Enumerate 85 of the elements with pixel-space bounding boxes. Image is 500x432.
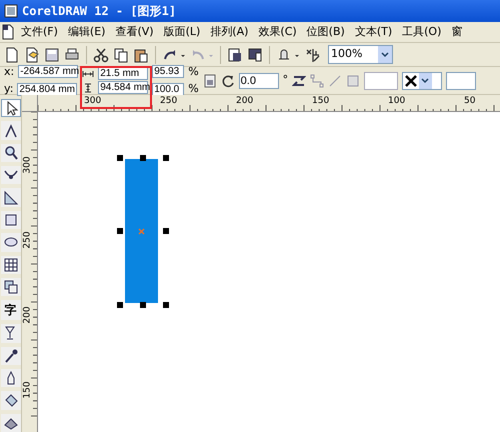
rectangle-icon [2, 212, 18, 228]
center-cross-icon [138, 228, 145, 235]
shape-tool-tool[interactable] [0, 121, 20, 140]
shape-tool-icon [2, 122, 18, 139]
app-icon [4, 4, 18, 18]
menu-item[interactable]: 工具(O) [397, 24, 446, 40]
save-icon[interactable] [44, 46, 60, 62]
selection-handle[interactable] [163, 228, 169, 234]
rotate-icon[interactable] [220, 72, 235, 88]
search-tool[interactable] [0, 144, 20, 162]
ruler-label: 300 [22, 156, 33, 174]
search-icon [2, 144, 18, 161]
degree-sign: ° [282, 72, 288, 88]
pointer-tool[interactable] [0, 99, 20, 118]
ruler-label: 250 [22, 231, 33, 249]
y-position-field[interactable]: 254.804 mm [17, 82, 78, 96]
x-mark-icon [403, 72, 420, 88]
print-icon[interactable] [64, 46, 80, 62]
outline-color-dropdown[interactable] [364, 72, 398, 90]
selection-handle[interactable] [140, 155, 146, 161]
percent-sign: % [188, 64, 199, 80]
selection-handle[interactable] [117, 302, 123, 308]
window-title: CorelDRAW 12 - [图形1] [22, 3, 176, 20]
rotation-field[interactable]: 0.0 [238, 72, 279, 88]
menu-item[interactable]: 文件(F) [16, 24, 63, 40]
x-label: x: [4, 64, 14, 80]
x-position-field[interactable]: -264.587 mm [18, 65, 78, 78]
menu-item[interactable]: 位图(B) [302, 24, 350, 40]
copy-icon[interactable] [113, 46, 129, 62]
paste-icon[interactable] [133, 46, 149, 62]
menu-item[interactable]: 版面(L) [158, 24, 206, 40]
eyedropper-tool[interactable] [0, 346, 20, 365]
eyedropper-icon [2, 348, 18, 364]
height-field[interactable]: 94.584 mm [98, 81, 148, 94]
import-icon[interactable] [227, 46, 243, 62]
line-style-dropdown[interactable] [402, 72, 442, 90]
ruler-label: 50 [464, 96, 476, 106]
wine-glass-tool[interactable] [0, 324, 20, 343]
scale-y-field[interactable]: 100.0 [152, 82, 184, 96]
y-label: y: [4, 81, 14, 97]
document-icon[interactable] [0, 24, 16, 40]
new-document-icon[interactable] [4, 46, 20, 62]
dropdown-caret-icon[interactable] [419, 72, 432, 88]
scissors-icon[interactable] [93, 46, 109, 62]
layer-icon [346, 74, 360, 88]
ruler-label: 200 [22, 306, 33, 324]
grid-icon [2, 256, 18, 273]
node-icon [310, 74, 324, 88]
percent-sign: % [188, 81, 199, 97]
bell-icon[interactable] [276, 46, 300, 62]
width-field[interactable]: 21.5 mm [98, 67, 148, 80]
grid-tool[interactable] [0, 256, 20, 274]
scale-x-field[interactable]: 95.93 [152, 65, 184, 78]
ruler-label: 150 [22, 381, 33, 399]
export-icon[interactable] [247, 46, 263, 62]
ruler-label: 150 [312, 96, 330, 106]
width-arrows-icon[interactable] [82, 68, 94, 78]
menu-item[interactable]: 窗 [446, 24, 468, 40]
zoom-dropdown[interactable]: 100% [328, 45, 393, 64]
pen-nib-tool[interactable] [0, 368, 20, 388]
ruler-label: 250 [160, 96, 178, 106]
fill-tool-tool[interactable] [0, 414, 20, 432]
selection-handle[interactable] [140, 302, 146, 308]
text-tool[interactable]: 字 [0, 300, 20, 320]
menu-item[interactable]: 效果(C) [253, 24, 302, 40]
selection-handle[interactable] [117, 228, 123, 234]
dropdown-caret-icon[interactable] [378, 46, 392, 63]
selection-handle[interactable] [163, 155, 169, 161]
selection-handle[interactable] [163, 302, 169, 308]
text-field[interactable] [446, 72, 476, 90]
open-folder-icon[interactable] [24, 46, 40, 62]
dimension-icon [2, 190, 18, 206]
menu-item[interactable]: 查看(V) [110, 24, 159, 40]
ruler-label: 200 [236, 96, 254, 106]
menu-item[interactable]: 编辑(E) [62, 24, 110, 40]
ellipse-tool[interactable] [0, 233, 20, 252]
curve-tool[interactable] [0, 166, 20, 184]
ruler-label: 300 [84, 96, 102, 106]
menu-item[interactable]: 排列(A) [205, 24, 254, 40]
rectangle-tool[interactable] [0, 210, 20, 230]
selection-handle[interactable] [117, 155, 123, 161]
ruler-label: 100 [388, 96, 406, 106]
line-icon [328, 74, 342, 88]
menu-item[interactable]: 文本(T) [350, 24, 398, 40]
dimension-tool[interactable] [0, 188, 20, 207]
